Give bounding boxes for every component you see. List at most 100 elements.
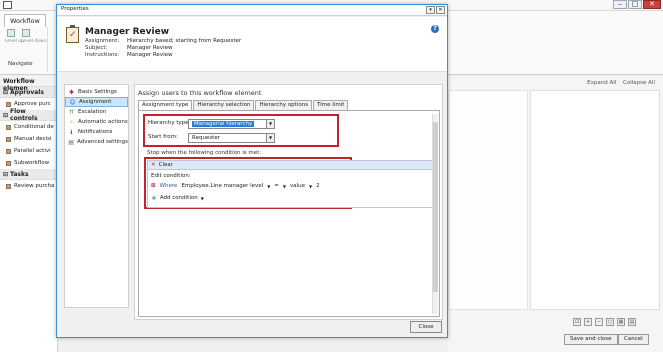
designer-panel: Expand All Collapse All ⊡ + − ○ ▦ ▤ Save… bbox=[448, 76, 663, 352]
tab-hierarchy-selection[interactable]: Hierarchy selection bbox=[193, 100, 255, 110]
designer-canvas[interactable] bbox=[530, 90, 660, 310]
plus-icon: + bbox=[151, 194, 157, 202]
assignment-value: Hierarchy based; starting from Requester bbox=[127, 38, 242, 44]
condition-value[interactable]: 2 bbox=[316, 183, 320, 189]
info-icon: ℹ bbox=[70, 128, 73, 136]
grid-icon[interactable]: ▦ bbox=[617, 318, 625, 326]
condition-editor: ✕ Clear Edit condition: ⊠ Where Employee… bbox=[147, 160, 434, 208]
expand-collapse-links: Expand All Collapse All bbox=[582, 80, 655, 86]
collapse-icon: ⊟ bbox=[3, 170, 9, 178]
level-down-label: Level down bbox=[21, 39, 47, 44]
start-from-label: Start from: bbox=[148, 134, 178, 140]
save-and-close-button[interactable]: Save and close bbox=[564, 334, 618, 345]
chevron-down-icon: ▼ bbox=[266, 134, 274, 142]
list-item[interactable]: Parallel activi bbox=[0, 145, 57, 157]
clear-icon: ✕ bbox=[151, 162, 156, 168]
condition-operator[interactable]: = bbox=[274, 183, 279, 189]
close-icon[interactable]: ✕ bbox=[643, 0, 661, 9]
nav-notifications[interactable]: ℹ Notifications bbox=[65, 127, 128, 137]
chevron-down-icon[interactable]: ▾ bbox=[426, 6, 435, 14]
minimize-icon[interactable]: – bbox=[613, 0, 627, 9]
assignment-tabs: Assignment type Hierarchy selection Hier… bbox=[138, 100, 349, 110]
hierarchy-type-dropdown[interactable]: Managerial hierarchy ▼ bbox=[188, 119, 275, 129]
close-button[interactable]: Close bbox=[410, 321, 442, 333]
nav-automatic-actions[interactable]: ⚡ Automatic actions bbox=[65, 117, 128, 127]
collapse-icon: ⊟ bbox=[3, 88, 9, 96]
dialog-titlebar: Properties ▾ ✕ bbox=[57, 5, 447, 16]
parallel-icon bbox=[6, 148, 11, 154]
hierarchy-highlight-frame: Hierarchy type: Managerial hierarchy ▼ S… bbox=[143, 114, 339, 147]
chevron-down-icon[interactable]: ▼ bbox=[309, 184, 312, 189]
layout-icon[interactable]: ▤ bbox=[628, 318, 636, 326]
condition-value-kind[interactable]: value bbox=[290, 183, 305, 189]
edit-condition-label: Edit condition: bbox=[151, 173, 191, 179]
cancel-button[interactable]: Cancel bbox=[618, 334, 649, 345]
scrollbar-thumb[interactable] bbox=[433, 122, 438, 292]
list-item[interactable]: Conditional de bbox=[0, 121, 57, 133]
fit-icon[interactable]: ⊡ bbox=[573, 318, 581, 326]
condition-field[interactable]: Employee.Line manager level bbox=[181, 183, 263, 189]
level-down-icon[interactable] bbox=[22, 29, 30, 37]
nav-advanced-settings[interactable]: ▤ Advanced settings bbox=[65, 137, 128, 147]
tab-assignment-type[interactable]: Assignment type bbox=[138, 100, 193, 110]
condition-row: ⊠ Where Employee.Line manager level ▼ = … bbox=[151, 183, 320, 189]
chevron-down-icon: ▼ bbox=[200, 195, 204, 201]
pane-header: Workflow elemen bbox=[0, 76, 57, 92]
maximize-icon[interactable]: □ bbox=[628, 0, 642, 9]
workflow-elements-pane: Workflow elemen ⊟ Approvals Approve purc … bbox=[0, 76, 58, 352]
tab-hierarchy-options[interactable]: Hierarchy options bbox=[255, 100, 313, 110]
chevron-down-icon[interactable]: ▼ bbox=[283, 184, 286, 189]
list-item[interactable]: Manual decisi bbox=[0, 133, 57, 145]
zoom-in-icon[interactable]: + bbox=[584, 318, 592, 326]
window-controls: – □ ✕ bbox=[612, 0, 661, 9]
stop-condition-label: Stop when the following condition is met… bbox=[147, 150, 262, 156]
instructions-value: Manager Review bbox=[127, 52, 173, 58]
start-from-dropdown[interactable]: Requester ▼ bbox=[188, 133, 275, 143]
tab-time-limit[interactable]: Time limit bbox=[313, 100, 349, 110]
element-tree bbox=[448, 90, 528, 310]
zoom-reset-icon[interactable]: ○ bbox=[606, 318, 614, 326]
close-icon[interactable]: ✕ bbox=[436, 6, 445, 14]
ribbon-group-navigate: Level up Level down Navigate bbox=[2, 27, 48, 72]
collapse-icon: ⊟ bbox=[3, 111, 9, 119]
section-flow-controls[interactable]: ⊟ Flow controls bbox=[0, 108, 57, 122]
nav-basic-settings[interactable]: ✱ Basic Settings bbox=[65, 87, 128, 97]
nav-assignment[interactable]: ☺ Assignment bbox=[65, 97, 128, 107]
list-item[interactable]: Review purcha bbox=[0, 180, 57, 192]
delete-condition-icon[interactable]: ⊠ bbox=[151, 183, 156, 189]
conditional-icon bbox=[6, 124, 11, 130]
document-icon: ▤ bbox=[68, 138, 74, 146]
clear-button[interactable]: ✕ Clear bbox=[148, 161, 433, 170]
nav-escalation[interactable]: ⇈ Escalation bbox=[65, 107, 128, 117]
collapse-all-link[interactable]: Collapse All bbox=[623, 80, 655, 86]
ribbon-group-label: Navigate bbox=[8, 61, 33, 67]
task-icon bbox=[6, 183, 11, 189]
dialog-title: Properties bbox=[61, 6, 89, 12]
list-item[interactable]: Subworkflow bbox=[0, 157, 57, 169]
subject-value: Manager Review bbox=[127, 45, 173, 51]
manual-decision-icon bbox=[6, 136, 11, 142]
user-icon: ☺ bbox=[69, 98, 76, 106]
escalation-icon: ⇈ bbox=[68, 108, 75, 116]
clipboard-check-icon bbox=[66, 25, 79, 43]
zoom-out-icon[interactable]: − bbox=[595, 318, 603, 326]
chevron-down-icon[interactable]: ▼ bbox=[267, 184, 270, 189]
dialog-header: Manager Review Assignment:Hierarchy base… bbox=[57, 17, 447, 72]
assignment-panel: Assign users to this workflow element As… bbox=[134, 84, 443, 320]
header-summary: Assignment: Hierarchy based; starting fro… bbox=[85, 38, 242, 58]
app-icon bbox=[3, 1, 12, 9]
add-condition-button[interactable]: + Add condition ▼ bbox=[151, 194, 204, 202]
vertical-scrollbar[interactable] bbox=[432, 114, 438, 314]
zoom-toolbar: ⊡ + − ○ ▦ ▤ bbox=[573, 318, 636, 326]
approval-icon bbox=[6, 101, 11, 107]
settings-nav: ✱ Basic Settings ☺ Assignment ⇈ Escalation … bbox=[64, 84, 129, 308]
subworkflow-icon bbox=[6, 160, 11, 166]
chevron-down-icon: ▼ bbox=[266, 120, 274, 128]
hierarchy-type-label: Hierarchy type: bbox=[148, 120, 191, 126]
help-icon[interactable]: ? bbox=[431, 25, 439, 33]
section-tasks[interactable]: ⊟ Tasks bbox=[0, 169, 57, 180]
asterisk-icon: ✱ bbox=[68, 88, 75, 96]
ribbon-tab-workflow[interactable]: Workflow bbox=[4, 14, 46, 27]
level-up-icon[interactable] bbox=[7, 29, 15, 37]
expand-all-link[interactable]: Expand All bbox=[587, 80, 616, 86]
